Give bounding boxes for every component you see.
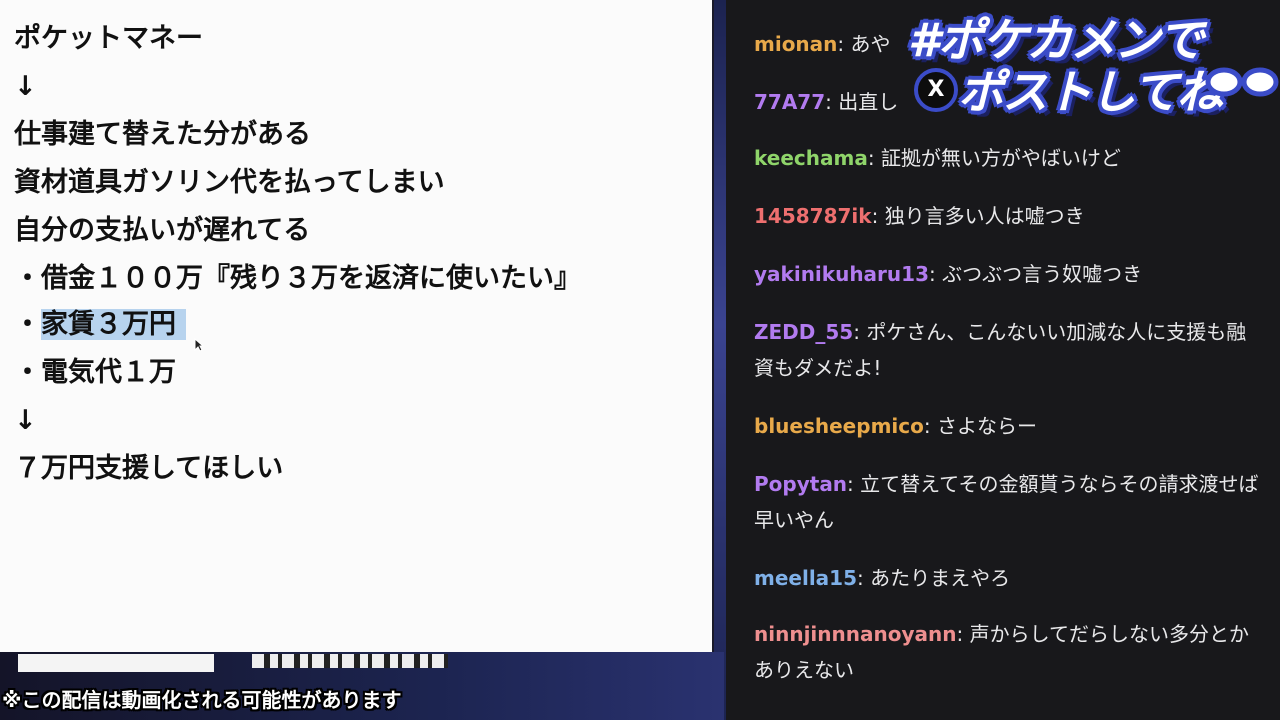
mouse-cursor-icon xyxy=(194,338,204,352)
chat-username[interactable]: keechama xyxy=(754,146,868,170)
glasses-icon xyxy=(1205,67,1279,97)
note-line-5: 自分の支払いが遅れてる xyxy=(14,215,311,246)
chat-message: ZEDD_55: ポケさん、こんないい加減な人に支援も融資もダメだよ! xyxy=(754,320,1247,380)
chat-text: 独り言多い人は嘘つき xyxy=(884,204,1085,228)
chat-text: あや xyxy=(850,32,891,56)
banner-post-prompt: ポストしてね xyxy=(958,65,1223,119)
chat-text: 証拠が無い方がやばいけど xyxy=(880,146,1121,170)
stream-disclaimer: ※この配信は動画化される可能性があります xyxy=(2,688,402,712)
note-line-9: ↓ xyxy=(14,405,37,436)
highlighted-selection[interactable]: 家賃３万円 xyxy=(41,309,186,340)
note-line-10: ７万円支援してほしい xyxy=(14,453,284,484)
background-art xyxy=(714,0,726,720)
chat-username[interactable]: meella15 xyxy=(754,566,857,590)
overlay-box xyxy=(18,654,214,672)
qr-code-strip xyxy=(252,654,448,668)
chat-text: 出直し xyxy=(838,90,899,114)
chat-text: あたりまえやろ xyxy=(870,566,1011,590)
chat-message: keechama: 証拠が無い方がやばいけど xyxy=(754,146,1121,170)
x-logo-icon: X xyxy=(914,68,958,112)
notepad-panel[interactable]: ポケットマネー ↓ 仕事建て替えた分がある 資材道具ガソリン代を払ってしまい 自… xyxy=(0,0,714,652)
chat-username[interactable]: ZEDD_55 xyxy=(754,320,853,344)
note-line-6: ・借金１００万『残り３万を返済に使いたい』 xyxy=(14,263,581,294)
chat-username[interactable]: 77A77 xyxy=(754,90,825,114)
note-line-4: 資材道具ガソリン代を払ってしまい xyxy=(14,167,445,198)
chat-message: 1458787ik: 独り言多い人は嘘つき xyxy=(754,204,1085,228)
chat-message: bluesheepmico: さよならー xyxy=(754,414,1037,438)
note-line-7: ・家賃３万円 xyxy=(14,308,186,342)
chat-text: ぶつぶつ言う奴嘘つき xyxy=(942,262,1143,286)
note-line-8: ・電気代１万 xyxy=(14,357,176,388)
chat-username[interactable]: ninnjinnnanoyann xyxy=(754,622,956,646)
note-line-2: ↓ xyxy=(14,71,37,102)
chat-username[interactable]: bluesheepmico xyxy=(754,414,924,438)
chat-message: yakinikuharu13: ぶつぶつ言う奴嘘つき xyxy=(754,262,1143,286)
chat-username[interactable]: yakinikuharu13 xyxy=(754,262,929,286)
chat-message: ninnjinnnanoyann: 声からしてだらしない多分とかありえない xyxy=(754,622,1249,682)
chat-message: meella15: あたりまえやろ xyxy=(754,566,1011,590)
bullet: ・ xyxy=(14,309,41,340)
note-line-1: ポケットマネー xyxy=(14,23,203,54)
note-line-3: 仕事建て替えた分がある xyxy=(14,119,311,150)
chat-username[interactable]: mionan xyxy=(754,32,837,56)
chat-text: さよならー xyxy=(936,414,1037,438)
chat-username[interactable]: 1458787ik xyxy=(754,204,872,228)
chat-username[interactable]: Popytan xyxy=(754,472,847,496)
chat-message: Popytan: 立て替えてその金額貰うならその請求渡せば早いやん xyxy=(754,472,1259,532)
